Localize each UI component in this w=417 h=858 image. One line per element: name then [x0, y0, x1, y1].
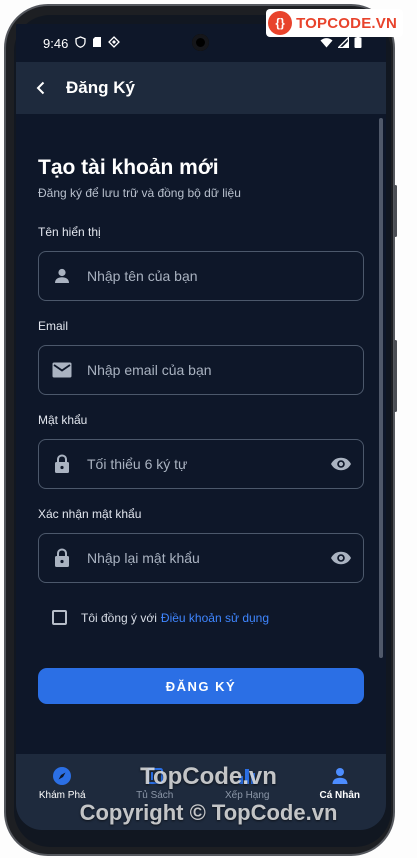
device-stage: 9:46 Đăng Ký Tạo tài khoản mới Đăng ký đ…: [0, 0, 417, 858]
password-input[interactable]: [83, 440, 321, 488]
app-bar: Đăng Ký: [16, 62, 386, 114]
confirm-password-label: Xác nhận mật khẩu: [38, 507, 142, 521]
status-icons-left: [75, 36, 120, 48]
phone-screen: 9:46 Đăng Ký Tạo tài khoản mới Đăng ký đ…: [16, 24, 386, 830]
confirm-password-visibility-toggle[interactable]: [321, 551, 361, 565]
register-button[interactable]: ĐĂNG KÝ: [38, 668, 364, 704]
email-label: Email: [38, 319, 69, 333]
display-name-label: Tên hiển thị: [38, 225, 101, 239]
terms-text: Tôi đồng ý với: [81, 610, 157, 625]
lock-icon: [41, 454, 83, 474]
chevron-left-icon: [36, 81, 45, 95]
volume-button: [394, 185, 397, 237]
watermark-text: TopCode.vn: [140, 763, 277, 790]
status-time: 9:46: [43, 36, 69, 51]
battery-icon: [354, 36, 362, 48]
back-button[interactable]: [16, 62, 62, 114]
status-icons-right: [320, 36, 362, 48]
shield-icon: [75, 36, 86, 48]
password-label: Mật khẩu: [38, 413, 88, 427]
topcode-logo-icon: {}: [268, 11, 293, 35]
watermark-copyright: Copyright © TopCode.vn: [79, 800, 338, 825]
password-visibility-toggle[interactable]: [321, 457, 361, 471]
form-subheading: Đăng ký để lưu trữ và đồng bộ dữ liệu: [38, 186, 241, 200]
email-field: [38, 345, 364, 395]
sync-icon: [108, 36, 120, 48]
password-field: [38, 439, 364, 489]
register-form: Tạo tài khoản mới Đăng ký để lưu trữ và …: [16, 114, 386, 754]
lock-icon: [41, 548, 83, 568]
terms-link[interactable]: Điều khoản sử dụng: [161, 611, 269, 625]
terms-row: Tôi đồng ý với Điều khoản sử dụng: [52, 610, 269, 625]
form-heading: Tạo tài khoản mới: [38, 156, 219, 179]
eye-icon: [331, 457, 351, 471]
terms-checkbox[interactable]: [52, 610, 67, 625]
display-name-input[interactable]: [83, 252, 363, 300]
person-icon: [41, 267, 83, 285]
confirm-password-field: [38, 533, 364, 583]
mail-icon: [41, 362, 83, 378]
eye-icon: [331, 551, 351, 565]
email-input[interactable]: [83, 346, 363, 394]
sd-card-icon: [93, 37, 101, 47]
topcode-logo-text: TOPCODE.VN: [296, 14, 397, 32]
scrollbar[interactable]: [379, 118, 383, 658]
front-camera: [192, 34, 209, 51]
wifi-icon: [320, 37, 333, 47]
signal-icon: [338, 36, 349, 48]
page-title: Đăng Ký: [66, 78, 135, 97]
topcode-logo: {} TOPCODE.VN: [266, 9, 403, 37]
confirm-password-input[interactable]: [83, 534, 321, 582]
display-name-field: [38, 251, 364, 301]
power-button: [394, 340, 397, 412]
